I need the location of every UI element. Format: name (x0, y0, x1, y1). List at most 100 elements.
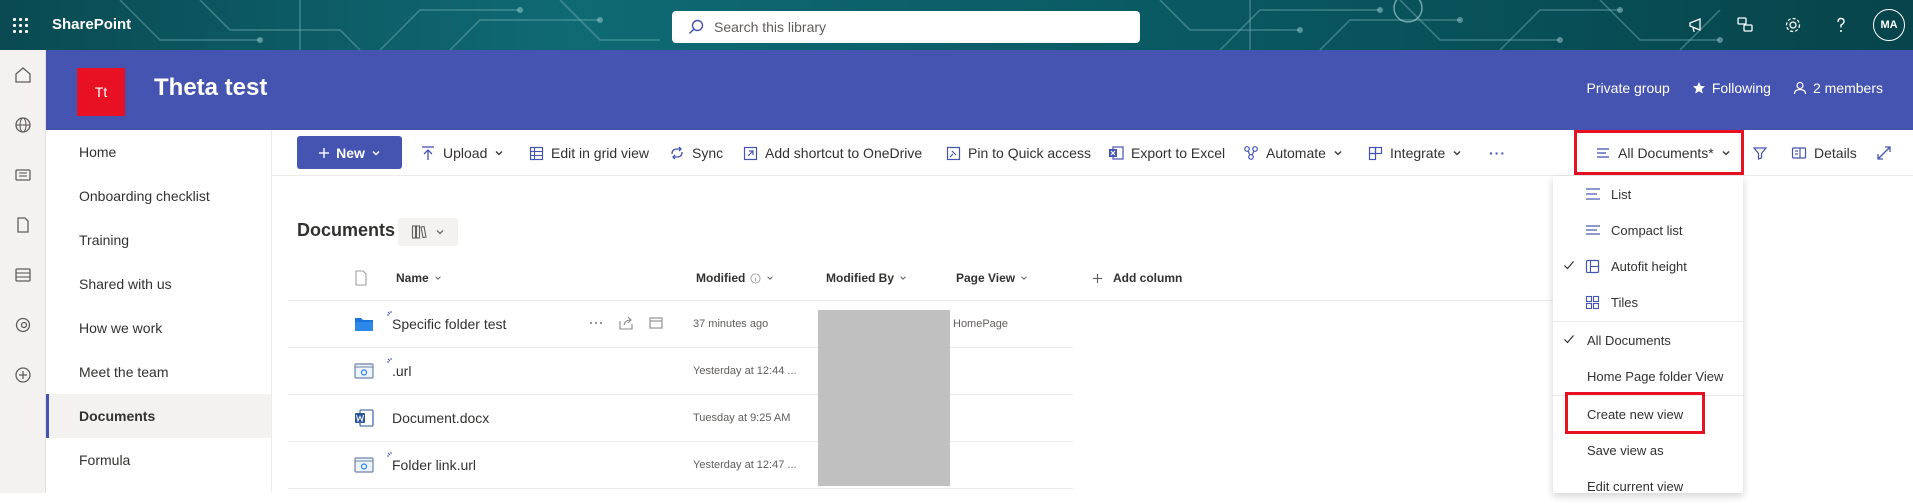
file-modified: Yesterday at 12:47 ... (693, 459, 797, 471)
nav-item-formula[interactable]: Formula (46, 438, 271, 482)
pin-to-quick-access-button[interactable]: Pin to Quick access (946, 130, 1091, 176)
chevron-down-icon (1334, 151, 1342, 156)
new-label: New (336, 144, 365, 161)
menu-item-home-page-folder-view[interactable]: Home Page folder View (1553, 358, 1743, 394)
upload-label: Upload (443, 145, 488, 161)
upload-button[interactable]: Upload (420, 130, 504, 176)
help-button[interactable] (1817, 0, 1865, 50)
open-folder-icon[interactable] (648, 315, 664, 331)
nav-item-home[interactable]: Home (46, 130, 271, 174)
table-row[interactable]: Folder link.url Yesterday at 12:47 ... (288, 442, 1073, 489)
home-icon (15, 67, 31, 83)
appbar-news[interactable] (0, 150, 46, 200)
add-column-button[interactable]: Add column (1092, 256, 1182, 300)
appbar-lists[interactable] (0, 250, 46, 300)
menu-item-autofit-height[interactable]: Autofit height (1553, 248, 1743, 284)
star-icon (1692, 82, 1705, 94)
notifications-button[interactable] (1673, 0, 1721, 50)
menu-item-tiles-label: Tiles (1611, 294, 1638, 310)
column-header-page-view[interactable]: Page View (956, 256, 1028, 300)
table-row[interactable]: .url Yesterday at 12:44 ... (288, 348, 1073, 395)
filter-button[interactable] (1752, 130, 1768, 176)
export-label: Export to Excel (1131, 145, 1226, 161)
expand-button[interactable] (1876, 130, 1892, 176)
share-icon[interactable] (618, 315, 634, 331)
app-name[interactable]: SharePoint (52, 0, 131, 50)
column-modified-by-label: Modified By (826, 271, 894, 285)
nav-item-shared-with-us[interactable]: Shared with us (46, 262, 271, 306)
file-name[interactable]: .url (392, 363, 411, 379)
settings-button[interactable] (1769, 0, 1817, 50)
column-header-modified-by[interactable]: Modified By (826, 256, 907, 300)
menu-item-save-view-as[interactable]: Save view as (1553, 432, 1743, 468)
details-button[interactable]: Details (1791, 130, 1857, 176)
info-icon (750, 272, 761, 284)
app-bar (0, 50, 46, 493)
more-options-icon[interactable] (588, 315, 604, 331)
privacy-label: Private group (1587, 80, 1670, 96)
edit-in-grid-view-button[interactable]: Edit in grid view (529, 130, 649, 176)
chevron-down-icon (495, 151, 503, 156)
menu-item-all-documents[interactable]: All Documents (1553, 322, 1743, 358)
integrate-label: Integrate (1390, 145, 1446, 161)
appbar-files[interactable] (0, 200, 46, 250)
file-name[interactable]: Folder link.url (392, 457, 476, 473)
menu-item-list-label: List (1611, 186, 1632, 202)
automate-button[interactable]: Automate (1243, 130, 1343, 176)
link-file-icon (354, 363, 374, 379)
file-icon (17, 217, 29, 233)
upload-icon (422, 146, 434, 160)
column-modified-label: Modified (696, 271, 746, 285)
appbar-create[interactable] (0, 350, 46, 400)
menu-item-edit-current-view[interactable]: Edit current view (1553, 468, 1743, 504)
table-row[interactable]: Document.docx Tuesday at 9:25 AM (288, 395, 1073, 442)
account-button[interactable]: MA (1865, 0, 1913, 50)
highlight-box-create-new-view (1565, 392, 1705, 434)
nav-item-onboarding-checklist[interactable]: Onboarding checklist (46, 174, 271, 218)
menu-item-compact-list-label: Compact list (1611, 222, 1683, 238)
menu-item-compact-list[interactable]: Compact list (1553, 212, 1743, 248)
sync-button[interactable]: Sync (669, 130, 723, 176)
menu-item-list[interactable]: List (1553, 176, 1743, 212)
file-modified: 37 minutes ago (693, 318, 769, 330)
file-modified: Tuesday at 9:25 AM (693, 412, 791, 424)
avatar: MA (1873, 9, 1905, 41)
appbar-home[interactable] (0, 50, 46, 100)
export-to-excel-button[interactable]: Export to Excel (1108, 130, 1225, 176)
library-icon (411, 225, 427, 239)
checkmark-icon (1564, 335, 1574, 344)
more-commands-button[interactable]: ··· (1489, 130, 1506, 176)
site-logo[interactable]: Tt (77, 68, 125, 116)
appbar-sites[interactable] (0, 100, 46, 150)
nav-item-how-we-work[interactable]: How we work (46, 306, 271, 350)
column-header-modified[interactable]: Modified (696, 256, 774, 300)
megaphone-icon (1689, 18, 1701, 33)
site-title[interactable]: Theta test (154, 74, 267, 102)
add-shortcut-to-onedrive-button[interactable]: Add shortcut to OneDrive (743, 130, 922, 176)
nav-item-documents[interactable]: Documents (46, 394, 271, 438)
community-button[interactable] (1721, 0, 1769, 50)
table-row[interactable]: Specific folder test 37 minutes ago Home… (288, 301, 1073, 348)
nav-item-meet-the-team[interactable]: Meet the team (46, 350, 271, 394)
app-launcher-button[interactable] (0, 0, 40, 50)
file-name[interactable]: Specific folder test (392, 316, 506, 332)
integrate-icon (1368, 146, 1383, 160)
following-button[interactable]: Following (1692, 80, 1771, 96)
pin-icon (946, 146, 961, 160)
column-header-name[interactable]: Name (396, 256, 442, 300)
integrate-button[interactable]: Integrate (1368, 130, 1462, 176)
search-icon (689, 19, 704, 34)
plus-icon (1092, 273, 1103, 283)
file-name[interactable]: Document.docx (392, 410, 489, 426)
appbar-loop[interactable] (0, 300, 46, 350)
search-box[interactable] (672, 11, 1140, 43)
library-view-switch[interactable] (398, 218, 458, 246)
members-button[interactable]: 2 members (1793, 80, 1883, 96)
nav-item-training[interactable]: Training (46, 218, 271, 262)
new-button[interactable]: New (297, 136, 402, 169)
person-icon (1793, 81, 1807, 95)
file-type-header[interactable] (354, 256, 368, 300)
menu-item-tiles[interactable]: Tiles (1553, 284, 1743, 320)
waffle-icon (12, 17, 28, 33)
search-input[interactable] (714, 19, 1094, 35)
